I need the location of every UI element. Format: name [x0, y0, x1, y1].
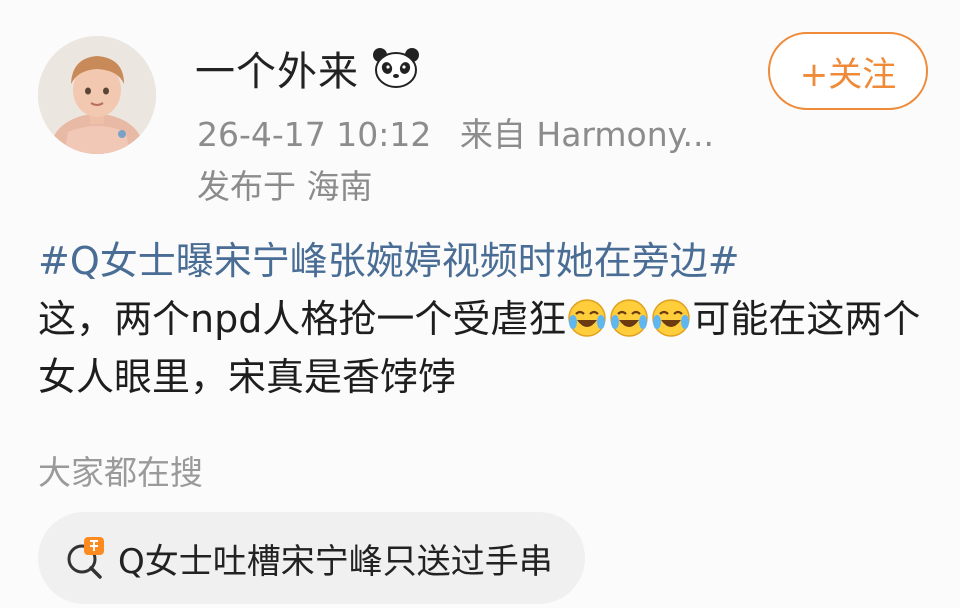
author-name[interactable]: 一个外来 — [195, 39, 359, 97]
hot-search-chip[interactable]: Q女士吐槽宋宁峰只送过手串 — [38, 512, 585, 604]
laugh-cry-emoji — [609, 296, 649, 337]
avatar[interactable] — [38, 36, 156, 154]
author-name-row: 一个外来 — [195, 40, 421, 96]
hot-search-query: Q女士吐槽宋宁峰只送过手串 — [118, 541, 553, 582]
laugh-cry-emoji — [567, 296, 607, 337]
post-meta: 26-4-17 10:12 来自 Harmony... — [197, 108, 732, 156]
follow-button[interactable]: +关注 — [768, 32, 928, 110]
post-location: 发布于 海南 — [197, 167, 373, 206]
topic-hashtag[interactable]: #Q女士曝宋宁峰张婉婷视频时她在旁边# — [38, 239, 740, 283]
post-source: 来自 Harmony... — [459, 115, 714, 154]
hot-search-icon — [62, 535, 108, 581]
post-text-part1: 这，两个npd人格抢一个受虐狂 — [38, 297, 567, 341]
panda-icon — [371, 46, 421, 90]
laugh-cry-emoji — [651, 296, 691, 337]
post-body: #Q女士曝宋宁峰张婉婷视频时她在旁边# 这，两个npd人格抢一个受虐狂 可能在这两… — [38, 232, 938, 406]
weibo-post: 一个外来 26-4-17 10:12 来自 Harmony... 发布于 海南 … — [0, 0, 960, 608]
post-timestamp: 26-4-17 10:12 — [197, 115, 432, 154]
search-heading: 大家都在搜 — [38, 453, 203, 492]
